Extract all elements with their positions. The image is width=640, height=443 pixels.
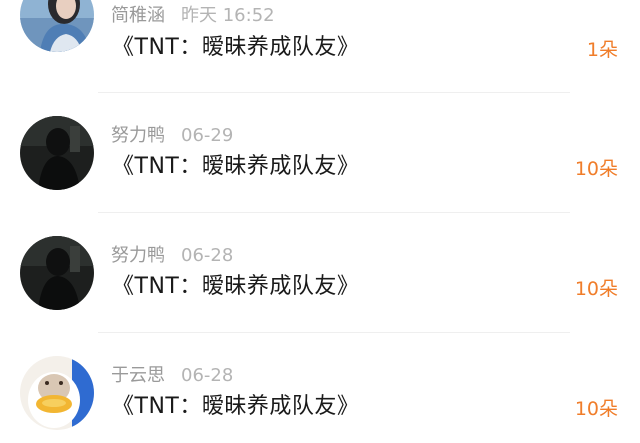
timestamp: 昨天 16:52 [181, 5, 275, 26]
avatar[interactable] [20, 356, 94, 430]
timestamp: 06-29 [181, 125, 234, 146]
gift-count: 10朵 [574, 278, 618, 300]
divider [98, 212, 570, 213]
timestamp: 06-28 [181, 245, 234, 266]
gift-count: 10朵 [574, 158, 618, 180]
book-title[interactable]: 《TNT：暧昧养成队友》 [112, 153, 359, 181]
avatar-photo-dark-icon [20, 116, 94, 190]
book-title[interactable]: 《TNT：暧昧养成队友》 [112, 34, 359, 62]
book-title[interactable]: 《TNT：暧昧养成队友》 [112, 393, 359, 421]
avatar[interactable] [20, 0, 94, 52]
avatar-cartoon-duck-icon [20, 356, 94, 430]
record-meta: 于云思 06-28 [111, 365, 233, 387]
record-meta: 简稚涵 昨天 16:52 [111, 5, 275, 27]
username[interactable]: 努力鸭 [111, 245, 165, 266]
list-item[interactable]: 于云思 06-28 《TNT：暧昧养成队友》 10朵 [0, 336, 640, 443]
record-meta: 努力鸭 06-28 [111, 245, 233, 267]
timestamp: 06-28 [181, 365, 234, 386]
gift-count: 1朵 [586, 39, 618, 61]
divider [98, 332, 570, 333]
avatar-photo-dark-icon [20, 236, 94, 310]
avatar[interactable] [20, 116, 94, 190]
list-item[interactable]: 努力鸭 06-29 《TNT：暧昧养成队友》 10朵 [0, 96, 640, 216]
username[interactable]: 于云思 [111, 365, 165, 386]
gift-count: 10朵 [574, 398, 618, 420]
divider [98, 92, 570, 93]
gift-record-list: 简稚涵 昨天 16:52 《TNT：暧昧养成队友》 1朵 努力鸭 06-29 《TN… [0, 0, 640, 443]
record-meta: 努力鸭 06-29 [111, 125, 233, 147]
list-item[interactable]: 努力鸭 06-28 《TNT：暧昧养成队友》 10朵 [0, 216, 640, 336]
list-item[interactable]: 简稚涵 昨天 16:52 《TNT：暧昧养成队友》 1朵 [0, 0, 640, 98]
username[interactable]: 努力鸭 [111, 125, 165, 146]
username[interactable]: 简稚涵 [111, 5, 165, 26]
avatar-photo-blue-icon [20, 0, 94, 52]
avatar[interactable] [20, 236, 94, 310]
book-title[interactable]: 《TNT：暧昧养成队友》 [112, 273, 359, 301]
